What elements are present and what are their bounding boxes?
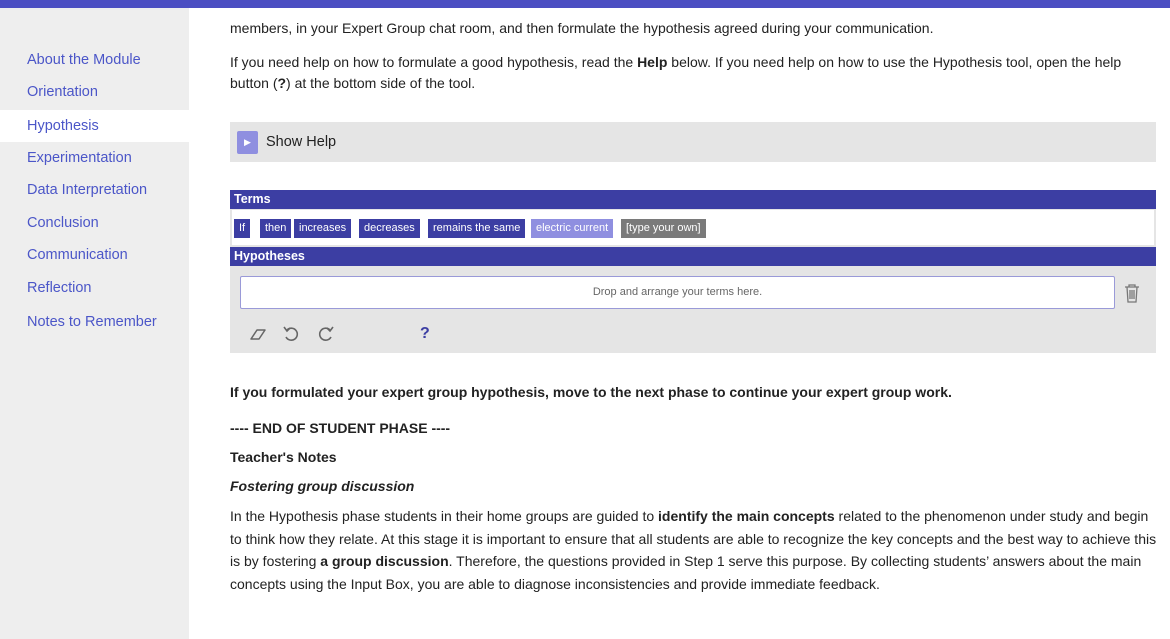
sidebar-item-reflection[interactable]: Reflection — [0, 272, 189, 304]
section-subheading: Fostering group discussion — [230, 478, 415, 494]
undo-icon[interactable] — [281, 324, 301, 344]
eraser-icon[interactable] — [248, 324, 268, 344]
hypotheses-header: Hypotheses — [230, 247, 1156, 266]
help-text-bold: ? — [277, 75, 287, 91]
sidebar-item-communication[interactable]: Communication — [0, 239, 189, 271]
terms-row: If then increases decreases remains the … — [232, 210, 1154, 245]
term-type-your-own[interactable]: [type your own] — [621, 219, 706, 238]
intro-line: members, in your Expert Group chat room,… — [230, 20, 934, 36]
sidebar-item-notes-to-remember[interactable]: Notes to Remember — [0, 306, 189, 338]
sidebar: About the Module Orientation Hypothesis … — [0, 8, 189, 639]
body-text-bold: a group discussion — [320, 553, 449, 569]
sidebar-item-about-the-module[interactable]: About the Module — [0, 44, 189, 76]
terms-header: Terms — [230, 190, 1156, 209]
expand-arrow-icon[interactable]: ▶ — [237, 131, 258, 154]
sidebar-item-hypothesis[interactable]: Hypothesis — [0, 110, 189, 142]
top-accent-bar — [0, 0, 1170, 8]
sidebar-item-conclusion[interactable]: Conclusion — [0, 207, 189, 239]
term-then[interactable]: then — [260, 219, 292, 238]
teachers-notes-body: In the Hypothesis phase students in thei… — [230, 505, 1158, 595]
sidebar-item-orientation[interactable]: Orientation — [0, 76, 189, 108]
term-increases[interactable]: increases — [294, 219, 352, 238]
next-phase-instruction: If you formulated your expert group hypo… — [230, 384, 952, 400]
trash-icon[interactable] — [1122, 282, 1142, 304]
help-instructions: If you need help on how to formulate a g… — [230, 52, 1160, 94]
term-if[interactable]: If — [234, 219, 251, 238]
show-help-label[interactable]: Show Help — [266, 122, 336, 162]
show-help-panel[interactable]: ▶ Show Help — [230, 122, 1156, 162]
end-of-student-phase: ---- END OF STUDENT PHASE ---- — [230, 420, 451, 436]
help-text-part: ) at the bottom side of the tool. — [286, 75, 476, 91]
term-decreases[interactable]: decreases — [359, 219, 420, 238]
term-electric-current[interactable]: electric current — [531, 219, 614, 238]
help-text-part: If you need help on how to formulate a g… — [230, 54, 638, 70]
redo-icon[interactable] — [316, 324, 336, 344]
sidebar-item-data-interpretation[interactable]: Data Interpretation — [0, 174, 189, 206]
tool-help-icon[interactable]: ? — [420, 324, 430, 344]
teachers-notes-heading: Teacher's Notes — [230, 449, 337, 465]
hypothesis-drop-zone[interactable]: Drop and arrange your terms here. — [240, 276, 1115, 309]
help-text-bold: Help — [637, 54, 668, 70]
body-text-bold: identify the main concepts — [658, 508, 835, 524]
hypothesis-tool: Terms If then increases decreases remain… — [230, 190, 1156, 353]
term-remains-the-same[interactable]: remains the same — [428, 219, 526, 238]
body-text-part: In the Hypothesis phase students in thei… — [230, 508, 659, 524]
sidebar-item-experimentation[interactable]: Experimentation — [0, 142, 189, 174]
